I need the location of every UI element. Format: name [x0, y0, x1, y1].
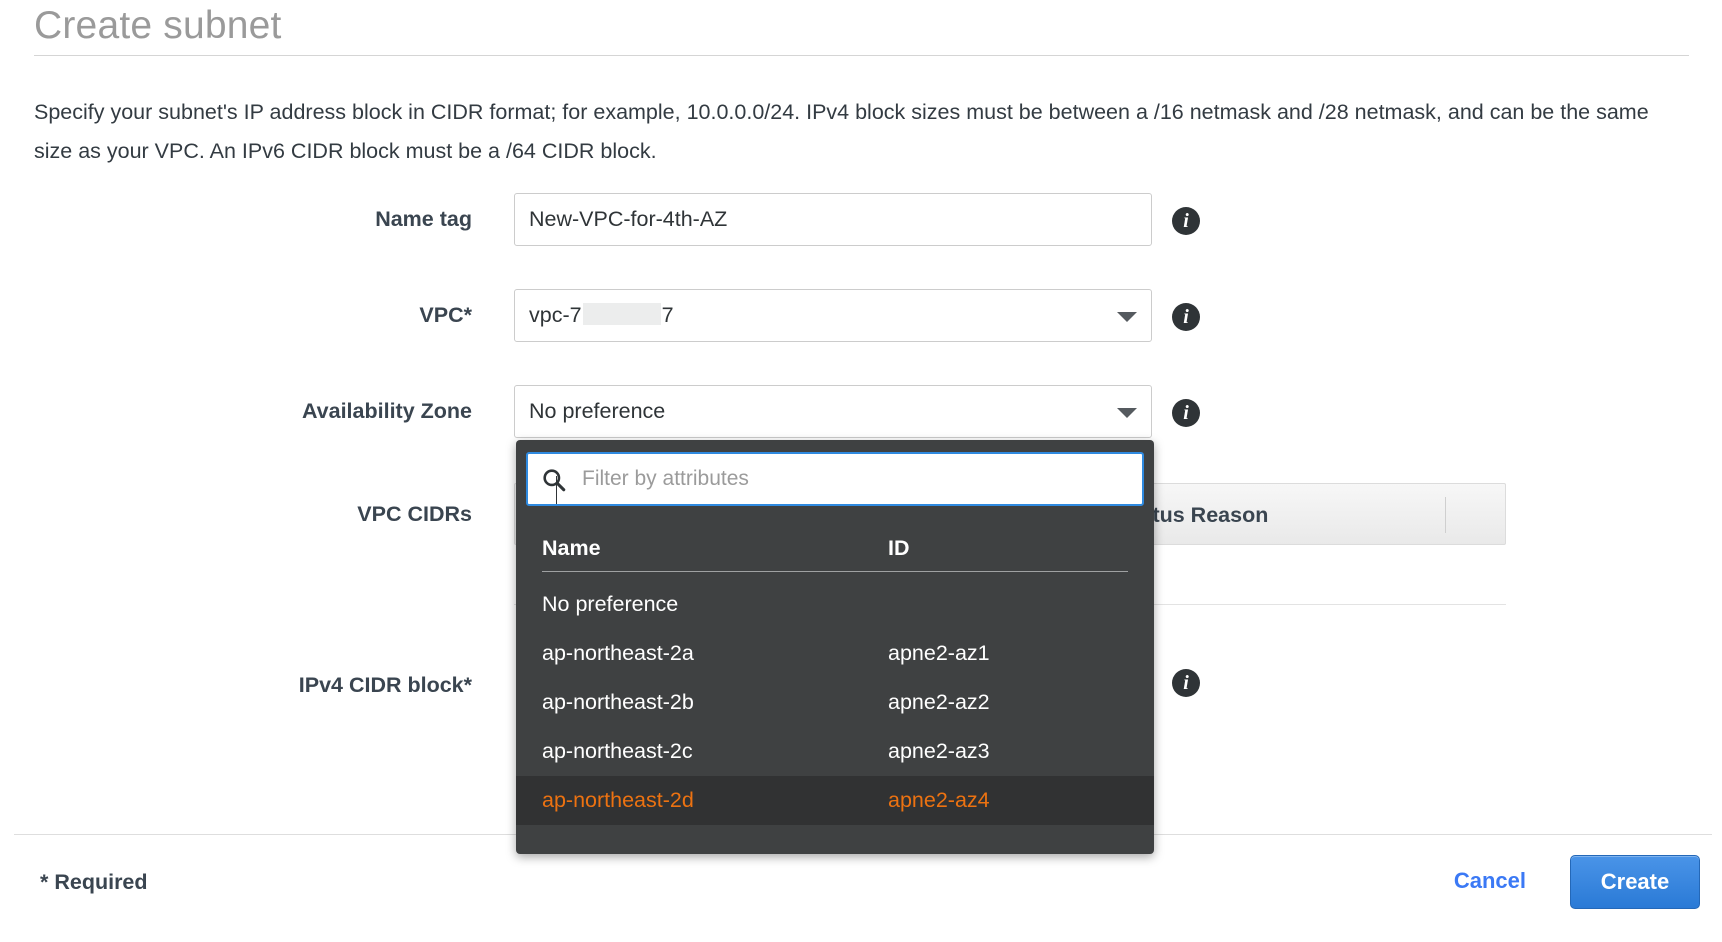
- info-icon[interactable]: i: [1172, 669, 1200, 697]
- dropdown-option-ap-northeast-2b[interactable]: ap-northeast-2b apne2-az2: [516, 678, 1154, 727]
- availability-zone-field-wrap: No preference: [514, 385, 1152, 438]
- availability-zone-select[interactable]: No preference: [514, 385, 1152, 438]
- info-icon[interactable]: i: [1172, 399, 1200, 427]
- vpc-select[interactable]: vpc-7 7: [514, 289, 1152, 342]
- option-name: ap-northeast-2a: [542, 641, 694, 665]
- dropdown-filter-wrap: [526, 452, 1144, 506]
- dropdown-option-ap-northeast-2c[interactable]: ap-northeast-2c apne2-az3: [516, 727, 1154, 776]
- chevron-down-icon: [1117, 407, 1137, 418]
- chevron-down-icon: [1117, 311, 1137, 322]
- column-divider: [1445, 497, 1446, 533]
- text-cursor: [556, 476, 557, 504]
- page-title: Create subnet: [34, 4, 282, 47]
- vpc-label: VPC*: [419, 303, 472, 327]
- title-divider: [34, 55, 1689, 56]
- dropdown-column-headers: Name ID: [516, 526, 1154, 570]
- availability-zone-dropdown-panel: Name ID No preference ap-northeast-2a ap…: [516, 440, 1154, 854]
- dropdown-column-header-id: ID: [888, 536, 910, 560]
- redacted-block: [582, 303, 661, 325]
- dropdown-option-ap-northeast-2a[interactable]: ap-northeast-2a apne2-az1: [516, 629, 1154, 678]
- dropdown-column-header-name: Name: [542, 536, 601, 560]
- dropdown-option-no-preference[interactable]: No preference: [516, 580, 1154, 629]
- option-id: apne2-az1: [888, 641, 990, 665]
- cancel-button[interactable]: Cancel: [1454, 868, 1526, 894]
- search-icon: [543, 469, 566, 492]
- vpc-value-suffix: 7: [661, 303, 674, 327]
- required-note: * Required: [40, 870, 148, 894]
- info-icon[interactable]: i: [1172, 303, 1200, 331]
- option-id: apne2-az4: [888, 788, 990, 812]
- create-button[interactable]: Create: [1570, 855, 1700, 909]
- dropdown-filter-input[interactable]: [580, 455, 1138, 503]
- option-id: apne2-az3: [888, 739, 990, 763]
- dropdown-option-list: No preference ap-northeast-2a apne2-az1 …: [516, 580, 1154, 825]
- name-tag-input[interactable]: [514, 193, 1152, 246]
- name-tag-field-wrap: [514, 193, 1152, 246]
- dropdown-option-ap-northeast-2d[interactable]: ap-northeast-2d apne2-az4: [516, 776, 1154, 825]
- vpc-value-prefix: vpc-7: [529, 303, 582, 327]
- availability-zone-label: Availability Zone: [301, 399, 472, 423]
- vpc-field-wrap: vpc-7 7: [514, 289, 1152, 342]
- name-tag-label: Name tag: [375, 207, 472, 231]
- dialog-description: Specify your subnet's IP address block i…: [34, 100, 1649, 163]
- option-name: ap-northeast-2c: [542, 739, 693, 763]
- option-id: apne2-az2: [888, 690, 990, 714]
- ipv4-cidr-block-label: IPv4 CIDR block*: [298, 673, 472, 697]
- vpc-cidrs-label: VPC CIDRs: [357, 502, 472, 526]
- option-name: ap-northeast-2d: [542, 788, 694, 812]
- info-icon[interactable]: i: [1172, 207, 1200, 235]
- availability-zone-value: No preference: [529, 399, 666, 423]
- dropdown-header-divider: [542, 571, 1128, 572]
- option-name: No preference: [542, 592, 679, 616]
- option-name: ap-northeast-2b: [542, 690, 694, 714]
- create-subnet-dialog: Create subnet Specify your subnet's IP a…: [0, 0, 1722, 942]
